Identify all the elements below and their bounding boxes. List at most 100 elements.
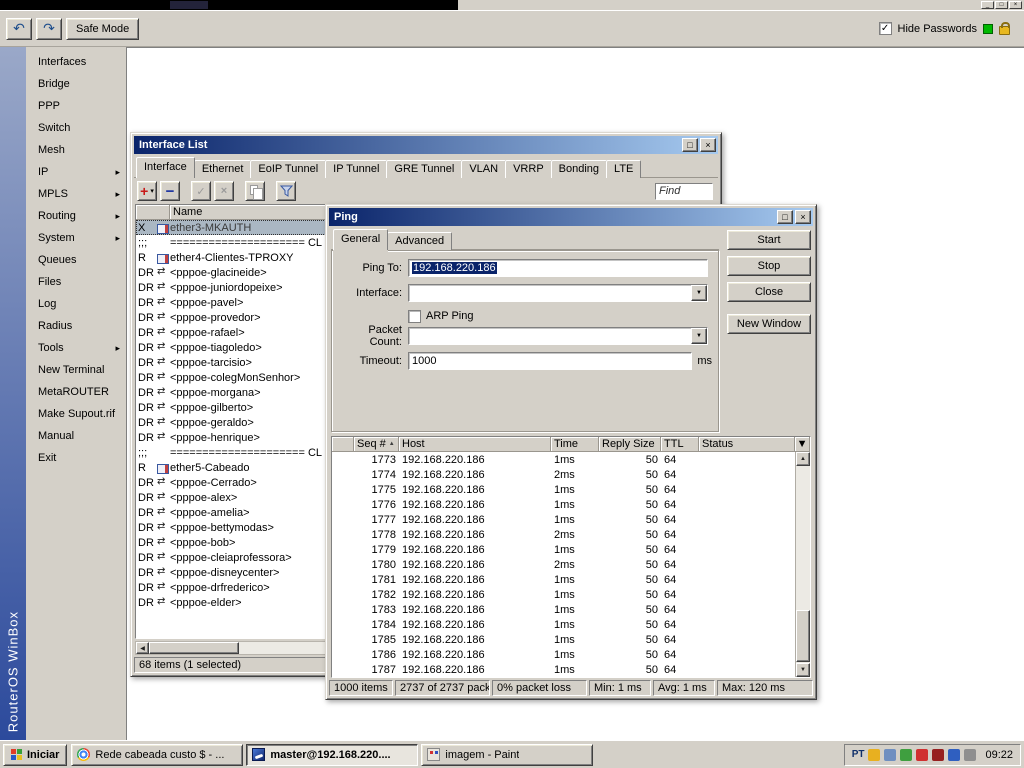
stop-button[interactable]: Stop: [727, 256, 811, 276]
disable-interface-button[interactable]: ×: [214, 181, 234, 201]
arp-ping-checkbox[interactable]: ✓: [408, 310, 421, 323]
sidebar-item-interfaces[interactable]: Interfaces ▸: [26, 51, 126, 73]
host-column-header[interactable]: Host: [399, 437, 551, 452]
vertical-scrollbar[interactable]: ▲ ▼: [795, 452, 810, 677]
redo-button[interactable]: ↷: [36, 18, 62, 40]
sidebar-item-queues[interactable]: Queues ▸: [26, 249, 126, 271]
timeout-input[interactable]: 1000: [408, 352, 692, 370]
ping-result-row[interactable]: 1783 192.168.220.186 1ms 50 64: [332, 602, 795, 617]
dropdown-arrow-icon[interactable]: ▼: [691, 285, 707, 301]
scroll-left-button[interactable]: ◀: [136, 642, 149, 654]
ping-result-row[interactable]: 1784 192.168.220.186 1ms 50 64: [332, 617, 795, 632]
language-indicator[interactable]: PT: [852, 749, 865, 760]
ping-result-row[interactable]: 1778 192.168.220.186 2ms 50 64: [332, 527, 795, 542]
tray-alert-icon[interactable]: [932, 749, 944, 761]
tab-vrrp[interactable]: VRRP: [505, 160, 552, 178]
tab-gre-tunnel[interactable]: GRE Tunnel: [386, 160, 462, 178]
gutter-column-header[interactable]: [332, 437, 354, 452]
sidebar-item-exit[interactable]: Exit ▸: [26, 447, 126, 469]
tray-network-icon[interactable]: [900, 749, 912, 761]
start-button[interactable]: Start: [727, 230, 811, 250]
close-button[interactable]: ×: [795, 210, 811, 224]
ping-result-row[interactable]: 1781 192.168.220.186 1ms 50 64: [332, 572, 795, 587]
start-button[interactable]: Iniciar: [3, 744, 67, 766]
maximize-button[interactable]: □: [777, 210, 793, 224]
sidebar-item-mpls[interactable]: MPLS ▸: [26, 183, 126, 205]
time-column-header[interactable]: Time: [551, 437, 599, 452]
shell-minimize-button[interactable]: _: [981, 1, 994, 9]
dropdown-arrow-icon[interactable]: ▼: [691, 328, 707, 344]
ping-result-row[interactable]: 1775 192.168.220.186 1ms 50 64: [332, 482, 795, 497]
scroll-up-button[interactable]: ▲: [796, 452, 810, 466]
interface-list-titlebar[interactable]: Interface List □ ×: [134, 136, 718, 154]
ping-result-row[interactable]: 1776 192.168.220.186 1ms 50 64: [332, 497, 795, 512]
ping-result-row[interactable]: 1779 192.168.220.186 1ms 50 64: [332, 542, 795, 557]
sidebar-item-log[interactable]: Log ▸: [26, 293, 126, 315]
sidebar-item-bridge[interactable]: Bridge ▸: [26, 73, 126, 95]
tab-general[interactable]: General: [333, 229, 388, 250]
ping-to-input[interactable]: 192.168.220.186: [408, 259, 708, 277]
sidebar-item-make-supout[interactable]: Make Supout.rif ▸: [26, 403, 126, 425]
tray-messenger-icon[interactable]: [884, 749, 896, 761]
sidebar-item-new-terminal[interactable]: New Terminal ▸: [26, 359, 126, 381]
ping-result-row[interactable]: 1774 192.168.220.186 2ms 50 64: [332, 467, 795, 482]
task-chrome-window[interactable]: Rede cabeada custo $ - ...: [71, 744, 243, 766]
ping-result-row[interactable]: 1785 192.168.220.186 1ms 50 64: [332, 632, 795, 647]
vertical-scrollbar-thumb[interactable]: [796, 610, 810, 662]
ping-result-row[interactable]: 1787 192.168.220.186 1ms 50 64: [332, 662, 795, 677]
reply-size-column-header[interactable]: Reply Size: [599, 437, 661, 452]
ttl-column-header[interactable]: TTL: [661, 437, 699, 452]
safe-mode-button[interactable]: Safe Mode: [66, 18, 139, 40]
tray-volume-icon[interactable]: [948, 749, 960, 761]
tray-antivirus-icon[interactable]: [916, 749, 928, 761]
tab-vlan[interactable]: VLAN: [461, 160, 506, 178]
status-column-header[interactable]: Status: [699, 437, 795, 452]
sidebar-item-manual[interactable]: Manual ▸: [26, 425, 126, 447]
tab-bonding[interactable]: Bonding: [551, 160, 607, 178]
sidebar-item-ppp[interactable]: PPP ▸: [26, 95, 126, 117]
seq-column-header[interactable]: Seq #▲: [354, 437, 399, 452]
tab-advanced[interactable]: Advanced: [387, 232, 452, 250]
ping-result-row[interactable]: 1782 192.168.220.186 1ms 50 64: [332, 587, 795, 602]
enable-interface-button[interactable]: ✓: [191, 181, 211, 201]
tab-interface[interactable]: Interface: [136, 157, 195, 178]
close-button[interactable]: ×: [700, 138, 716, 152]
sidebar-item-metarouter[interactable]: MetaROUTER ▸: [26, 381, 126, 403]
sidebar-item-routing[interactable]: Routing ▸: [26, 205, 126, 227]
comment-button[interactable]: [245, 181, 265, 201]
sidebar-item-files[interactable]: Files ▸: [26, 271, 126, 293]
task-winbox-session[interactable]: master@192.168.220....: [246, 744, 418, 766]
scroll-down-button[interactable]: ▼: [796, 663, 810, 677]
ping-result-row[interactable]: 1777 192.168.220.186 1ms 50 64: [332, 512, 795, 527]
sidebar-item-tools[interactable]: Tools ▸: [26, 337, 126, 359]
shell-maximize-button[interactable]: □: [995, 1, 1008, 9]
tab-eoip-tunnel[interactable]: EoIP Tunnel: [250, 160, 326, 178]
hide-passwords-checkbox[interactable]: ✓: [879, 22, 892, 35]
packet-count-select[interactable]: ▼: [408, 327, 708, 345]
ping-result-row[interactable]: 1780 192.168.220.186 2ms 50 64: [332, 557, 795, 572]
shell-close-button[interactable]: ×: [1009, 1, 1022, 9]
sidebar-item-radius[interactable]: Radius ▸: [26, 315, 126, 337]
interface-select[interactable]: ▼: [408, 284, 708, 302]
add-interface-button[interactable]: + ▾: [137, 181, 157, 201]
tray-update-icon[interactable]: [868, 749, 880, 761]
filter-button[interactable]: [276, 181, 296, 201]
remove-interface-button[interactable]: −: [160, 181, 180, 201]
tray-device-icon[interactable]: [964, 749, 976, 761]
flags-column-header[interactable]: [136, 205, 170, 220]
sidebar-item-switch[interactable]: Switch ▸: [26, 117, 126, 139]
tab-ip-tunnel[interactable]: IP Tunnel: [325, 160, 387, 178]
horizontal-scrollbar-thumb[interactable]: [149, 642, 239, 654]
task-paint-window[interactable]: imagem - Paint: [421, 744, 593, 766]
new-window-button[interactable]: New Window: [727, 314, 811, 334]
ping-result-row[interactable]: 1786 192.168.220.186 1ms 50 64: [332, 647, 795, 662]
sidebar-item-mesh[interactable]: Mesh ▸: [26, 139, 126, 161]
ping-result-row[interactable]: 1773 192.168.220.186 1ms 50 64: [332, 452, 795, 467]
maximize-button[interactable]: □: [682, 138, 698, 152]
tab-ethernet[interactable]: Ethernet: [194, 160, 252, 178]
undo-button[interactable]: ↶: [6, 18, 32, 40]
close-button[interactable]: Close: [727, 282, 811, 302]
ping-titlebar[interactable]: Ping □ ×: [329, 208, 813, 226]
column-selector-button[interactable]: ▼: [795, 437, 810, 452]
tab-lte[interactable]: LTE: [606, 160, 641, 178]
